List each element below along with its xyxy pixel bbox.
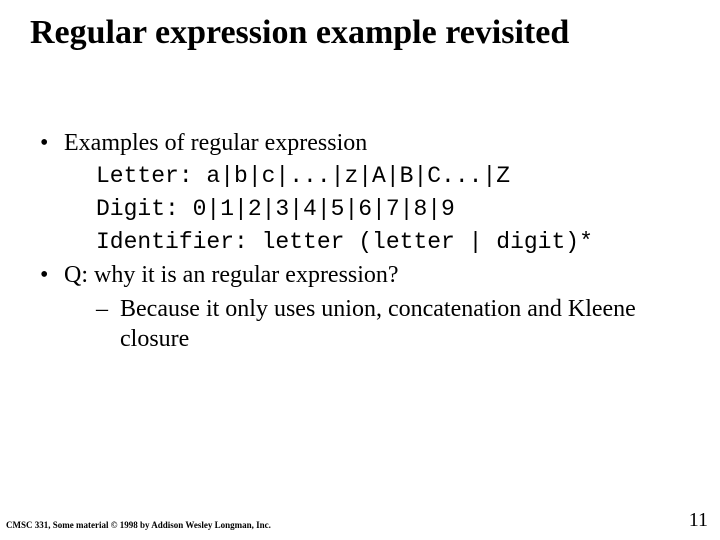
page-number: 11 — [689, 509, 708, 532]
bullet-dot-icon: • — [40, 128, 64, 158]
dash-icon: – — [96, 294, 120, 354]
footer-copyright: CMSC 331, Some material © 1998 by Addiso… — [6, 520, 271, 530]
bullet-dot-icon: • — [40, 260, 64, 290]
slide-body: • Examples of regular expression Letter:… — [40, 128, 700, 358]
bullet-text: Examples of regular expression — [64, 128, 700, 158]
slide-title: Regular expression example revisited — [30, 14, 700, 51]
sub-bullet-item: – Because it only uses union, concatenat… — [96, 294, 700, 354]
bullet-item: • Examples of regular expression — [40, 128, 700, 158]
sub-bullet-text: Because it only uses union, concatenatio… — [120, 294, 700, 354]
code-line-letter: Letter: a|b|c|...|z|A|B|C...|Z — [96, 162, 700, 191]
bullet-item: • Q: why it is an regular expression? — [40, 260, 700, 290]
bullet-text: Q: why it is an regular expression? — [64, 260, 700, 290]
code-line-digit: Digit: 0|1|2|3|4|5|6|7|8|9 — [96, 195, 700, 224]
code-line-identifier: Identifier: letter (letter | digit)* — [96, 228, 700, 257]
slide: Regular expression example revisited • E… — [0, 0, 720, 540]
